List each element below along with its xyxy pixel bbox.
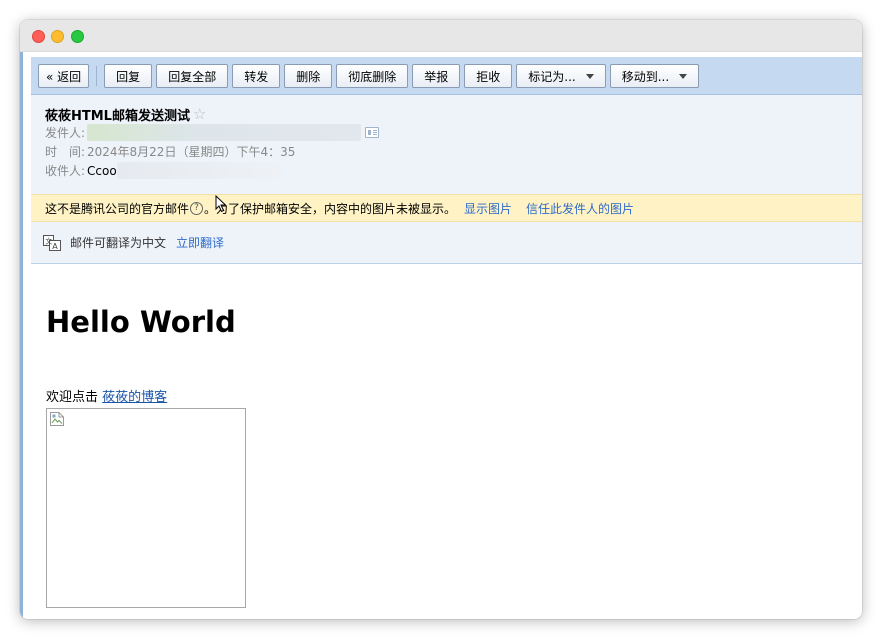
time-value: 2024年8月22日（星期四）下午4：35	[87, 145, 296, 159]
security-warning-bar: 这不是腾讯公司的官方邮件 ? 。为了保护邮箱安全，内容中的图片未被显示。 显示图…	[31, 194, 862, 222]
translate-now-link[interactable]: 立即翻译	[176, 234, 224, 251]
recipient-row: 收件人: Ccoo	[45, 161, 862, 180]
recipient-address-redacted	[116, 162, 282, 179]
sender-address-redacted	[87, 124, 361, 141]
mark-as-dropdown[interactable]: 标记为...	[516, 64, 606, 88]
mail-window: « 返回 回复 回复全部 转发 删除 彻底删除 举报 拒收 标记为... 移动到…	[20, 20, 862, 619]
contact-card-icon[interactable]	[365, 127, 379, 138]
time-label: 时 间:	[45, 145, 86, 159]
warning-text-after: 。为了保护邮箱安全，内容中的图片未被显示。	[204, 201, 457, 216]
delete-button[interactable]: 删除	[284, 64, 333, 88]
mail-header: 莜莜HTML邮箱发送测试 ☆ 发件人: 时 间: 2024年8月22日（星期四）…	[31, 95, 862, 194]
sender-label: 发件人:	[45, 126, 86, 140]
star-icon[interactable]: ☆	[193, 105, 206, 123]
forward-button[interactable]: 转发	[232, 64, 281, 88]
close-window-button[interactable]	[32, 30, 45, 43]
reply-button[interactable]: 回复	[104, 64, 153, 88]
mouse-cursor-icon	[215, 195, 227, 213]
mail-body: Hello World 欢迎点击 莜莜的博客	[31, 302, 862, 608]
trust-sender-images-link[interactable]: 信任此发件人的图片	[526, 200, 634, 217]
mail-toolbar: « 返回 回复 回复全部 转发 删除 彻底删除 举报 拒收 标记为... 移动到…	[31, 57, 862, 95]
translate-bar: 文 A 邮件可翻译为中文 立即翻译	[31, 222, 862, 264]
help-icon[interactable]: ?	[190, 201, 204, 215]
svg-text:A: A	[52, 241, 58, 250]
subject-text: 莜莜HTML邮箱发送测试	[45, 108, 190, 124]
chevron-down-icon	[679, 73, 688, 79]
translate-icon: 文 A	[43, 234, 61, 251]
recipient-name[interactable]: Ccoo	[87, 164, 117, 178]
toolbar-separator	[96, 66, 98, 86]
report-button[interactable]: 举报	[412, 64, 461, 88]
svg-text:文: 文	[45, 236, 52, 245]
blog-link[interactable]: 莜莜的博客	[102, 390, 167, 405]
reject-button[interactable]: 拒收	[464, 64, 513, 88]
broken-image-icon	[50, 412, 64, 426]
mark-as-label: 标记为...	[528, 69, 576, 84]
time-row: 时 间: 2024年8月22日（星期四）下午4：35	[45, 142, 862, 161]
mail-subject: 莜莜HTML邮箱发送测试 ☆	[45, 105, 862, 124]
blocked-image	[46, 408, 246, 608]
translate-text: 邮件可翻译为中文	[70, 236, 167, 250]
minimize-window-button[interactable]	[51, 30, 64, 43]
mail-content: « 返回 回复 回复全部 转发 删除 彻底删除 举报 拒收 标记为... 移动到…	[20, 52, 862, 619]
left-accent-bar	[20, 52, 23, 619]
move-to-label: 移动到...	[621, 69, 670, 84]
welcome-line: 欢迎点击 莜莜的博客	[46, 389, 862, 407]
body-heading: Hello World	[46, 305, 236, 339]
title-bar	[20, 20, 862, 52]
welcome-text: 欢迎点击	[46, 390, 99, 405]
maximize-window-button[interactable]	[71, 30, 84, 43]
move-to-dropdown[interactable]: 移动到...	[609, 64, 700, 88]
warning-text-before: 这不是腾讯公司的官方邮件	[45, 201, 190, 216]
mail-panel: « 返回 回复 回复全部 转发 删除 彻底删除 举报 拒收 标记为... 移动到…	[31, 57, 862, 619]
back-button[interactable]: « 返回	[38, 64, 90, 88]
reply-all-button[interactable]: 回复全部	[156, 64, 229, 88]
sender-row: 发件人:	[45, 123, 862, 142]
recipient-label: 收件人:	[45, 164, 86, 178]
permanent-delete-button[interactable]: 彻底删除	[336, 64, 409, 88]
show-images-link[interactable]: 显示图片	[464, 200, 512, 217]
chevron-down-icon	[585, 73, 594, 79]
